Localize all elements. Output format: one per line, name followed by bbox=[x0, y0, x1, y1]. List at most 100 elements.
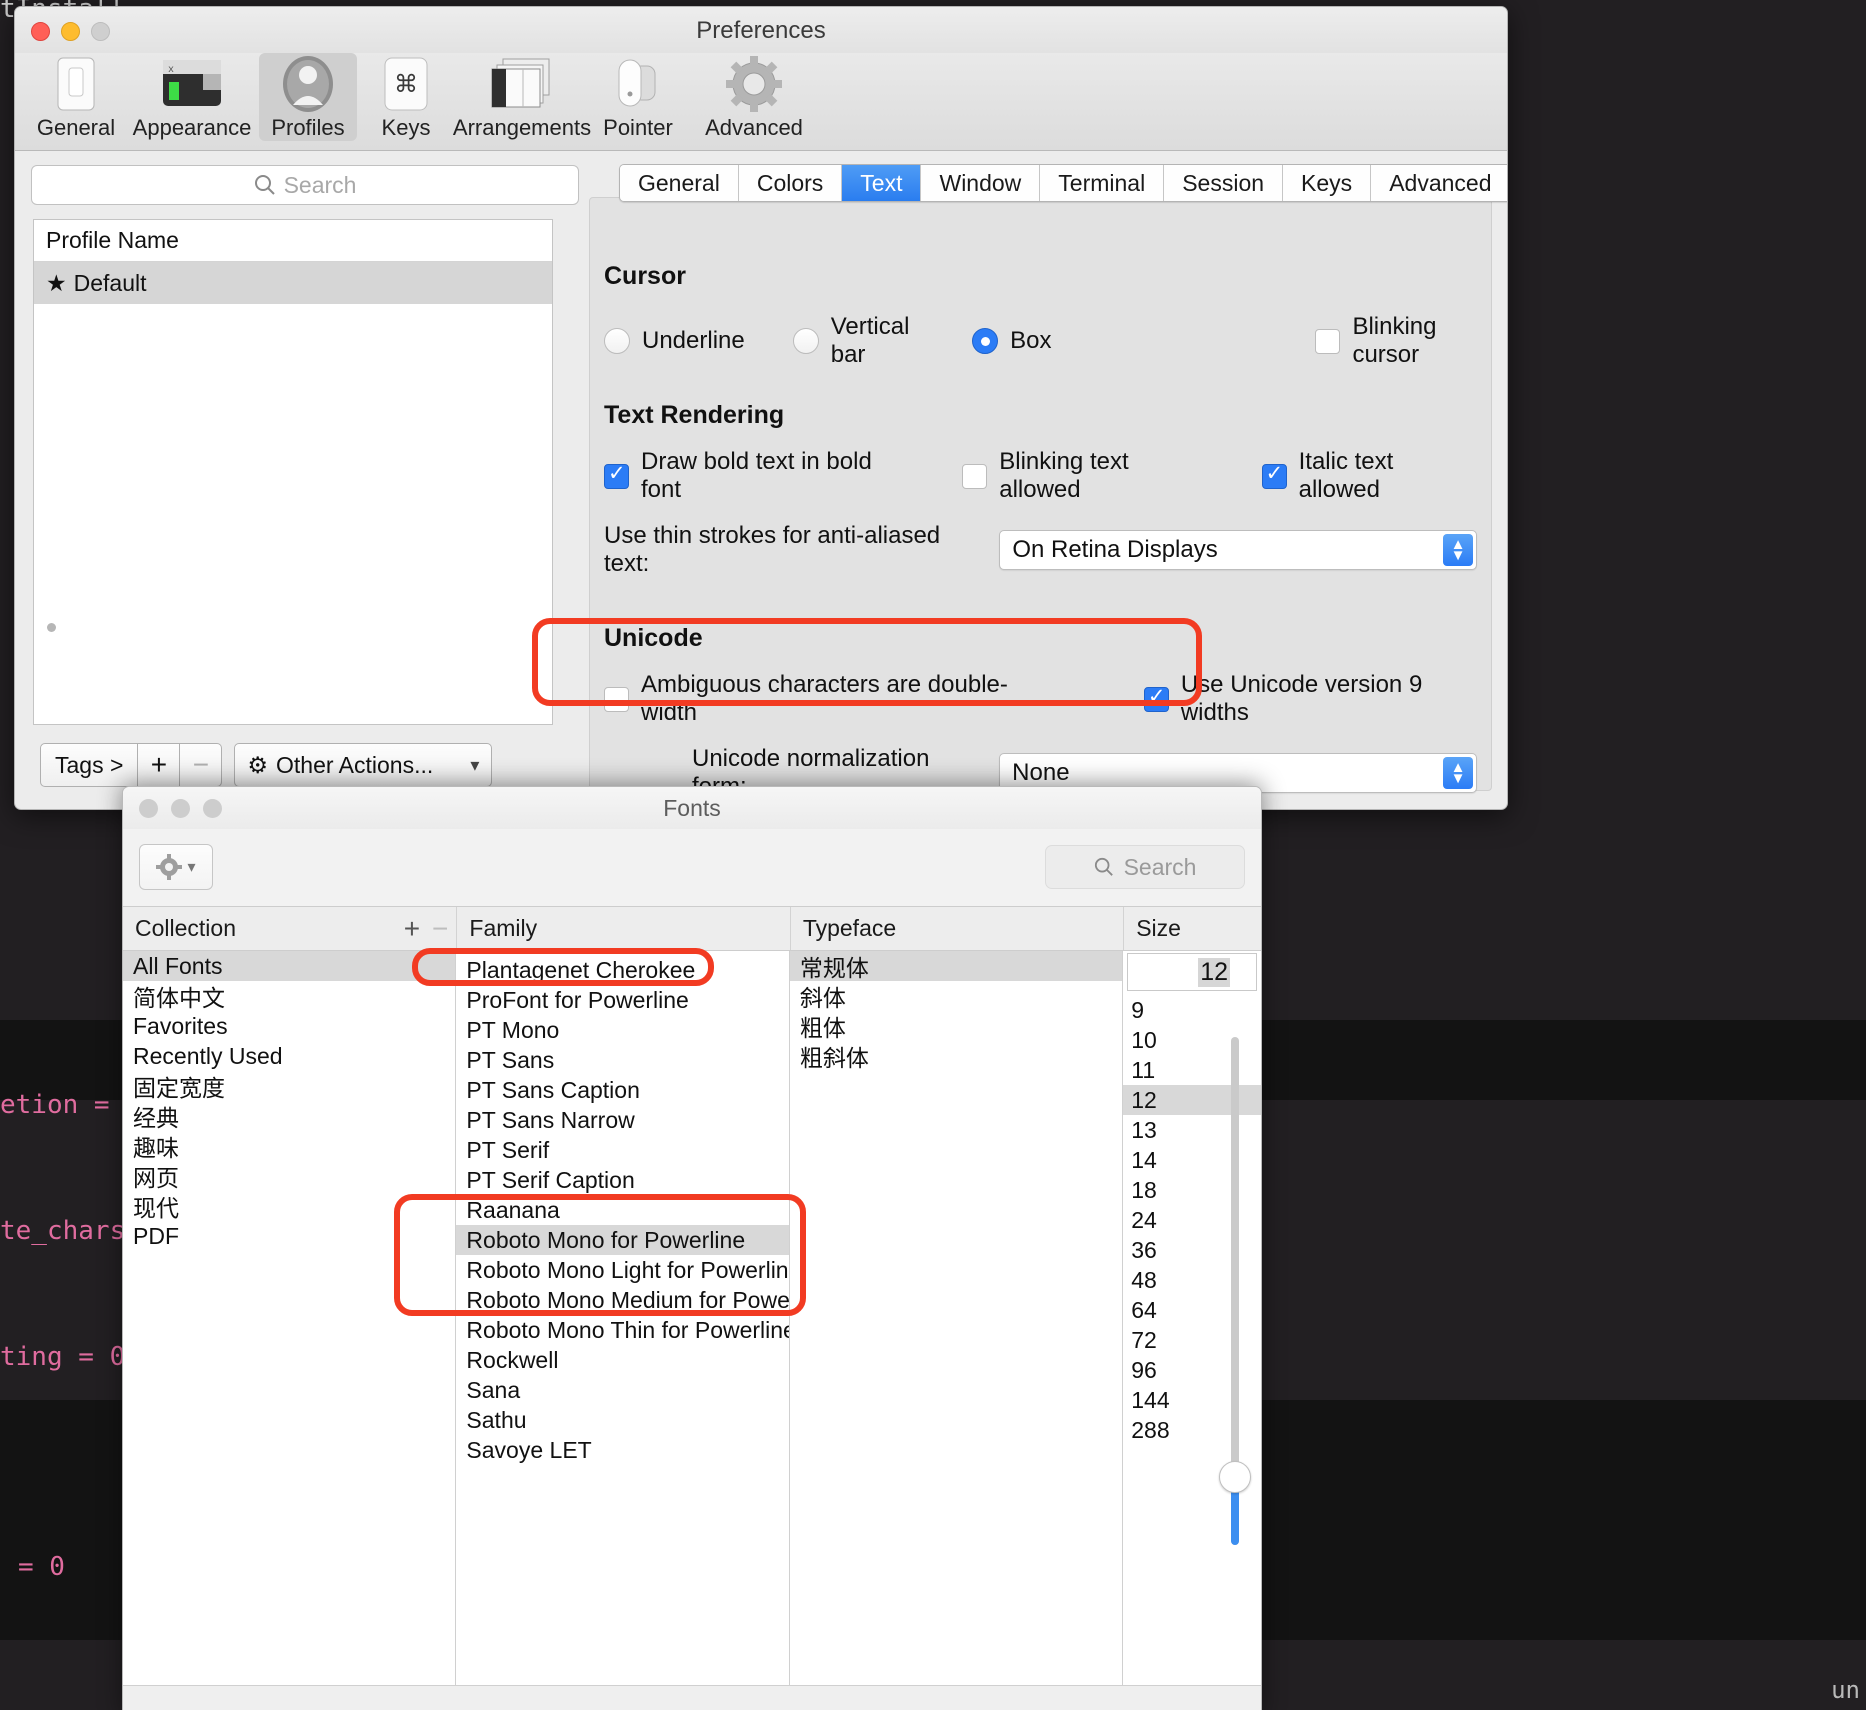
checkbox-draw-bold[interactable]: Draw bold text in bold font bbox=[604, 448, 912, 504]
list-item[interactable]: Sathu bbox=[456, 1405, 788, 1435]
list-item[interactable]: 36 bbox=[1123, 1235, 1261, 1265]
list-item[interactable]: Roboto Mono Light for Powerline bbox=[456, 1255, 788, 1285]
minus-icon[interactable]: − bbox=[432, 913, 448, 945]
toolbar-item-advanced[interactable]: Advanced bbox=[687, 53, 821, 141]
checkbox-blinking-text[interactable]: Blinking text allowed bbox=[962, 448, 1211, 504]
list-item[interactable]: Favorites bbox=[123, 1011, 455, 1041]
list-item[interactable]: 现代 bbox=[123, 1191, 455, 1221]
list-item[interactable]: Savoye LET bbox=[456, 1435, 788, 1465]
checkbox-indicator bbox=[962, 463, 988, 489]
plus-icon[interactable]: + bbox=[404, 913, 420, 945]
family-column-header: Family bbox=[456, 907, 789, 950]
list-item[interactable]: 趣味 bbox=[123, 1131, 455, 1161]
tab-window[interactable]: Window bbox=[921, 165, 1041, 201]
list-item[interactable]: Raanana bbox=[456, 1195, 788, 1225]
list-item[interactable]: 简体中文 bbox=[123, 981, 455, 1011]
fonts-action-button[interactable]: ▾ bbox=[139, 844, 213, 890]
list-item[interactable]: PT Serif bbox=[456, 1135, 788, 1165]
list-item[interactable]: Recently Used bbox=[123, 1041, 455, 1071]
radio-indicator bbox=[604, 328, 630, 354]
tab-session[interactable]: Session bbox=[1164, 165, 1284, 201]
toolbar-label: General bbox=[36, 115, 116, 140]
list-item[interactable]: 64 bbox=[1123, 1295, 1261, 1325]
list-item[interactable]: 72 bbox=[1123, 1325, 1261, 1355]
list-item[interactable]: 18 bbox=[1123, 1175, 1261, 1205]
windows-icon bbox=[489, 55, 555, 113]
list-item[interactable]: PT Serif Caption bbox=[456, 1165, 788, 1195]
list-item[interactable]: PT Mono bbox=[456, 1015, 788, 1045]
fonts-search-input[interactable]: Search bbox=[1045, 845, 1245, 889]
split-handle[interactable] bbox=[47, 623, 56, 632]
checkbox-unicode-v9[interactable]: Use Unicode version 9 widths bbox=[1143, 671, 1477, 727]
size-value: 12 bbox=[1198, 957, 1231, 987]
list-item[interactable]: 固定宽度 bbox=[123, 1071, 455, 1101]
list-item[interactable]: 288 bbox=[1123, 1415, 1261, 1445]
toolbar-item-arrangements[interactable]: Arrangements bbox=[453, 53, 591, 141]
list-item[interactable]: Roboto Mono Medium for Powerline bbox=[456, 1285, 788, 1315]
list-item[interactable]: 12 bbox=[1123, 1085, 1261, 1115]
list-item[interactable]: PT Sans bbox=[456, 1045, 788, 1075]
checkbox-blinking-cursor[interactable]: Blinking cursor bbox=[1315, 313, 1477, 369]
tags-button[interactable]: Tags > bbox=[40, 743, 139, 787]
list-item[interactable]: 斜体 bbox=[790, 981, 1122, 1011]
list-item[interactable]: PT Sans Narrow bbox=[456, 1105, 788, 1135]
stepper-arrows-icon: ▲ ▼ bbox=[1443, 757, 1473, 789]
list-item[interactable]: 10 bbox=[1123, 1025, 1261, 1055]
list-item[interactable]: 14 bbox=[1123, 1145, 1261, 1175]
radio-vertical-bar[interactable]: Vertical bar bbox=[792, 313, 924, 369]
search-icon bbox=[1094, 857, 1113, 876]
list-item[interactable]: 13 bbox=[1123, 1115, 1261, 1145]
size-slider-knob[interactable] bbox=[1219, 1461, 1252, 1493]
list-item[interactable]: 常规体 bbox=[789, 951, 1123, 981]
list-item[interactable]: Plantagenet Cherokee bbox=[456, 955, 788, 985]
text-rendering-checkbox-row: Draw bold text in bold font Blinking tex… bbox=[604, 448, 1477, 504]
toolbar-item-appearance[interactable]: x Appearance bbox=[125, 53, 259, 141]
thin-strokes-select[interactable]: On Retina Displays ▲ ▼ bbox=[999, 530, 1477, 570]
tab-colors[interactable]: Colors bbox=[738, 165, 843, 201]
list-item[interactable]: 96 bbox=[1123, 1355, 1261, 1385]
list-item[interactable]: 9 bbox=[1123, 995, 1261, 1025]
preferences-toolbar: General x Appearance Profiles ⌘ Keys Arr… bbox=[15, 53, 1507, 151]
thin-strokes-row: Use thin strokes for anti-aliased text: … bbox=[604, 522, 1477, 578]
list-item[interactable]: Rockwell bbox=[456, 1345, 788, 1375]
profile-search-input[interactable]: Search bbox=[31, 165, 579, 205]
list-item[interactable]: 粗斜体 bbox=[790, 1041, 1122, 1071]
add-profile-button[interactable]: + bbox=[138, 743, 181, 787]
other-actions-label: Other Actions... bbox=[276, 751, 434, 778]
window-title: Preferences bbox=[696, 17, 826, 44]
tab-terminal[interactable]: Terminal bbox=[1040, 165, 1165, 201]
checkbox-indicator bbox=[1143, 684, 1169, 712]
list-item[interactable]: Sana bbox=[456, 1375, 788, 1405]
tab-advanced[interactable]: Advanced bbox=[1371, 165, 1507, 201]
settings-tab-bar: General Colors Text Window Terminal Sess… bbox=[619, 164, 1507, 202]
toolbar-item-pointer[interactable]: Pointer bbox=[589, 53, 687, 141]
toolbar-item-general[interactable]: General bbox=[27, 53, 125, 141]
list-item[interactable]: PT Sans Caption bbox=[456, 1075, 788, 1105]
checkbox-ambiguous-chars[interactable]: Ambiguous characters are double-width bbox=[604, 671, 1038, 727]
list-item[interactable]: Roboto Mono for Powerline bbox=[456, 1225, 789, 1255]
toolbar-item-keys[interactable]: ⌘ Keys bbox=[357, 53, 455, 141]
tab-text[interactable]: Text bbox=[842, 165, 922, 201]
remove-profile-button[interactable]: − bbox=[180, 743, 223, 787]
radio-underline[interactable]: Underline bbox=[604, 327, 745, 355]
table-row[interactable]: ★ Default bbox=[34, 262, 552, 304]
toolbar-item-profiles[interactable]: Profiles bbox=[259, 53, 357, 141]
size-list: 9 10 11 12 13 14 18 24 36 48 64 72 96 14… bbox=[1123, 995, 1261, 1445]
tab-keys[interactable]: Keys bbox=[1283, 165, 1372, 201]
list-item[interactable]: 144 bbox=[1123, 1385, 1261, 1415]
list-item[interactable]: 经典 bbox=[123, 1101, 455, 1131]
tab-general[interactable]: General bbox=[620, 165, 739, 201]
radio-box[interactable]: Box bbox=[972, 327, 1051, 355]
list-item[interactable]: 11 bbox=[1123, 1055, 1261, 1085]
list-item[interactable]: Roboto Mono Thin for Powerline bbox=[456, 1315, 788, 1345]
list-item[interactable]: 粗体 bbox=[790, 1011, 1122, 1041]
checkbox-italic-text[interactable]: Italic text allowed bbox=[1261, 448, 1477, 504]
list-item[interactable]: 48 bbox=[1123, 1265, 1261, 1295]
list-item[interactable]: 网页 bbox=[123, 1161, 455, 1191]
list-item[interactable]: 24 bbox=[1123, 1205, 1261, 1235]
size-input[interactable]: 12 bbox=[1127, 953, 1258, 991]
list-item[interactable]: ProFont for Powerline bbox=[456, 985, 788, 1015]
other-actions-dropdown[interactable]: ⚙ Other Actions... ▾ bbox=[234, 743, 493, 787]
list-item[interactable]: All Fonts bbox=[123, 951, 456, 981]
list-item[interactable]: PDF bbox=[123, 1221, 455, 1251]
